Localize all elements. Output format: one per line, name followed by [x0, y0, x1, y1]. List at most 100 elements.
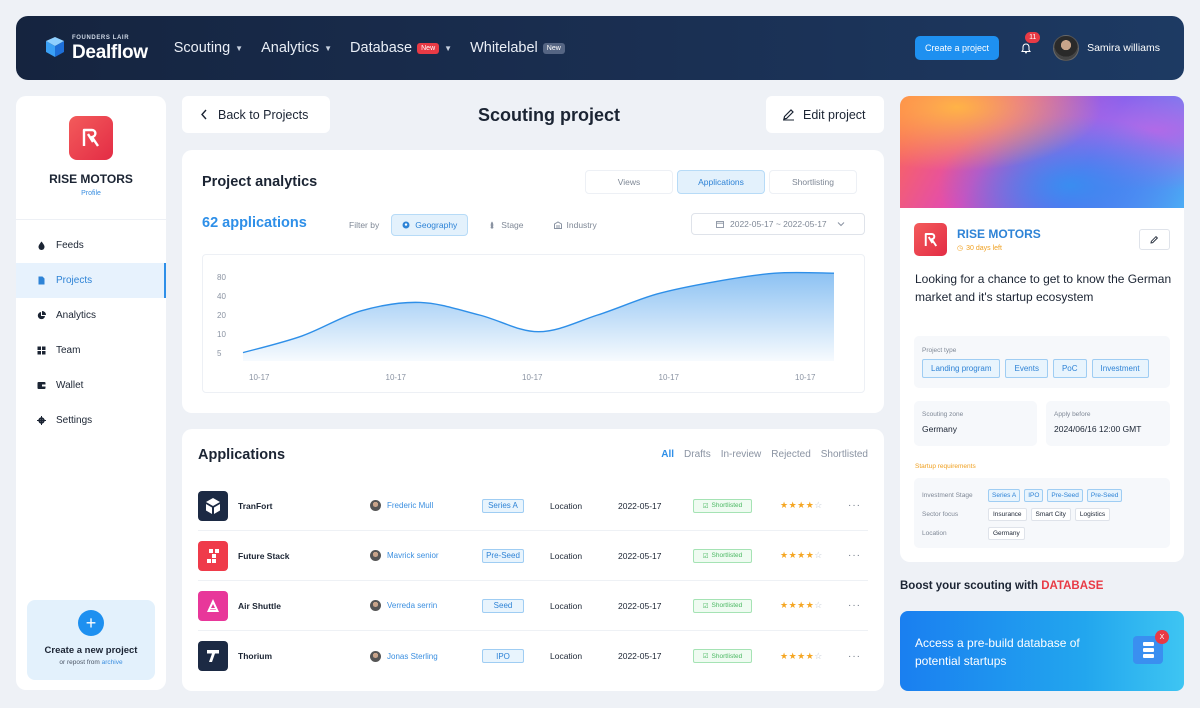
- thorium-logo-icon: [198, 641, 228, 671]
- tab-in-review[interactable]: In-review: [721, 449, 762, 460]
- company-name[interactable]: Thorium: [238, 651, 272, 661]
- status-badge: ☑ Shortlisted: [693, 548, 752, 563]
- applicant[interactable]: Frederic Mull: [370, 500, 433, 511]
- location: Location: [550, 600, 583, 611]
- table-row[interactable]: Future Stack Mavrick senior Pre-Seed Loc…: [198, 531, 868, 581]
- sidebar-item-analytics[interactable]: Analytics: [16, 298, 166, 333]
- tab-views[interactable]: Views: [585, 170, 673, 194]
- sidebar-item-label: Settings: [56, 415, 93, 426]
- table-row[interactable]: Air Shuttle Verreda serrin Seed Location…: [198, 581, 868, 631]
- brand[interactable]: FOUNDERS LAIR Dealflow: [44, 35, 148, 62]
- top-navbar: FOUNDERS LAIR Dealflow Scouting ▼ Analyt…: [16, 16, 1184, 80]
- rating-stars: ★★★★☆: [780, 550, 823, 560]
- table-row[interactable]: Thorium Jonas Sterling IPO Location 2022…: [198, 631, 868, 681]
- company-name[interactable]: Future Stack: [238, 551, 290, 561]
- check-circle-icon: ☑: [702, 602, 709, 610]
- boost-heading: Boost your scouting with DATABASE: [900, 580, 1103, 592]
- more-options-button[interactable]: ···: [848, 651, 861, 662]
- company-name[interactable]: TranFort: [238, 501, 272, 511]
- dealflow-logo-icon: [46, 37, 64, 57]
- nav-whitelabel[interactable]: Whitelabel New: [470, 40, 565, 56]
- stage-chip: Pre-Seed: [1047, 489, 1083, 502]
- create-project-card: + Create a new project or repost from ar…: [27, 600, 155, 680]
- profile-link[interactable]: Profile: [81, 190, 101, 197]
- create-new-project-button[interactable]: +: [78, 610, 104, 636]
- x-tick-label: 10-17: [522, 373, 543, 382]
- user-name: Samira williams: [1087, 42, 1160, 54]
- nav-scouting-label: Scouting: [173, 40, 231, 56]
- tab-applications[interactable]: Applications: [677, 170, 765, 194]
- sidebar-item-team[interactable]: Team: [16, 333, 166, 368]
- archive-link[interactable]: archive: [102, 659, 123, 666]
- sidebar: RISE MOTORS Profile Feeds Projects Analy…: [16, 96, 166, 690]
- y-tick-label: 40: [217, 292, 226, 301]
- document-icon: [38, 276, 45, 285]
- notifications-button[interactable]: 11: [1019, 32, 1041, 55]
- rating-stars: ★★★★☆: [780, 500, 823, 510]
- database-promo-card[interactable]: Access a pre-build database of potential…: [900, 611, 1184, 691]
- project-type-chip: Events: [1005, 359, 1048, 378]
- filter-label: Geography: [415, 220, 458, 230]
- sidebar-item-feeds[interactable]: Feeds: [16, 228, 166, 263]
- brand-super: FOUNDERS LAIR: [72, 34, 130, 41]
- page-title: Scouting project: [478, 105, 621, 125]
- more-options-button[interactable]: ···: [848, 550, 861, 561]
- database-promo-text: Access a pre-build database of potential…: [915, 636, 1080, 668]
- project-banner-image: [900, 96, 1184, 208]
- project-header: RISE MOTORS ◷ 30 days left: [914, 223, 1041, 256]
- close-promo-button[interactable]: X: [1155, 630, 1169, 644]
- tab-rejected[interactable]: Rejected: [771, 449, 810, 460]
- stage-chip: Series A: [988, 489, 1021, 502]
- date-range-value: 2022-05-17 ~ 2022-05-17: [730, 219, 827, 229]
- more-options-button[interactable]: ···: [848, 600, 861, 611]
- profile-name: RISE MOTORS: [49, 172, 133, 186]
- nav-analytics[interactable]: Analytics ▼: [261, 40, 332, 56]
- avatar: [370, 650, 381, 662]
- applicant-name: Mavrick senior: [387, 551, 439, 560]
- tab-shortlisting[interactable]: Shortlisting: [769, 170, 857, 194]
- applicant[interactable]: Verreda serrin: [370, 600, 437, 611]
- back-to-projects-button[interactable]: Back to Projects: [182, 96, 330, 133]
- applications-list: TranFort Frederic Mull Series A Location…: [198, 481, 868, 681]
- project-company-name: RISE MOTORS: [957, 227, 1041, 241]
- filter-geography[interactable]: Geography: [391, 214, 469, 236]
- date-range-picker[interactable]: 2022-05-17 ~ 2022-05-17: [691, 213, 865, 235]
- nav-scouting[interactable]: Scouting ▼: [174, 40, 243, 56]
- nav-database[interactable]: Database New ▼: [350, 40, 452, 56]
- date: 2022-05-17: [618, 500, 662, 511]
- filter-stage[interactable]: Stage: [478, 215, 533, 235]
- nav-whitelabel-label: Whitelabel: [470, 40, 538, 56]
- filter-label: Stage: [501, 220, 524, 230]
- tab-drafts[interactable]: Drafts: [684, 449, 711, 460]
- sidebar-item-label: Feeds: [56, 240, 84, 251]
- grid-icon: [37, 346, 46, 355]
- more-options-button[interactable]: ···: [848, 500, 861, 511]
- avatar: [1053, 35, 1080, 61]
- edit-project-button[interactable]: Edit project: [766, 96, 884, 133]
- table-row[interactable]: TranFort Frederic Mull Series A Location…: [198, 481, 868, 531]
- user-menu[interactable]: Samira williams: [1053, 35, 1160, 61]
- sidebar-item-projects[interactable]: Projects: [16, 263, 166, 298]
- company-name[interactable]: Air Shuttle: [238, 601, 281, 611]
- project-type-chip: PoC: [1052, 359, 1087, 378]
- filter-industry[interactable]: Industry: [544, 215, 607, 235]
- new-badge: New: [542, 42, 565, 54]
- stage-chip: Pre-Seed: [1086, 489, 1123, 502]
- sector-focus-label: Sector focus: [922, 511, 959, 518]
- create-project-button[interactable]: Create a project: [915, 36, 1000, 60]
- applicant[interactable]: Mavrick senior: [370, 550, 439, 561]
- tab-all[interactable]: All: [661, 449, 674, 460]
- applications-card: Applications All Drafts In-review Reject…: [182, 429, 884, 691]
- tab-shortlisted[interactable]: Shortlisted: [821, 449, 868, 460]
- sidebar-profile[interactable]: RISE MOTORS Profile: [16, 96, 166, 220]
- edit-panel-button[interactable]: [1139, 229, 1170, 250]
- applicant[interactable]: Jonas Sterling: [370, 650, 438, 662]
- chevron-down-icon: [837, 222, 845, 227]
- sidebar-item-wallet[interactable]: Wallet: [16, 368, 166, 403]
- startup-requirements-box: Investment Stage Series A IPO Pre-Seed P…: [914, 478, 1170, 548]
- sidebar-item-settings[interactable]: Settings: [16, 403, 166, 438]
- project-type-box: Project type Landing program Events PoC …: [914, 336, 1170, 388]
- rise-motors-logo-icon: [914, 223, 947, 256]
- applications-chart: 80 40 20 10 5 10-17 10-17 10-17 10-17 10-17: [202, 254, 865, 393]
- create-card-sub-text: or repost from: [59, 659, 100, 666]
